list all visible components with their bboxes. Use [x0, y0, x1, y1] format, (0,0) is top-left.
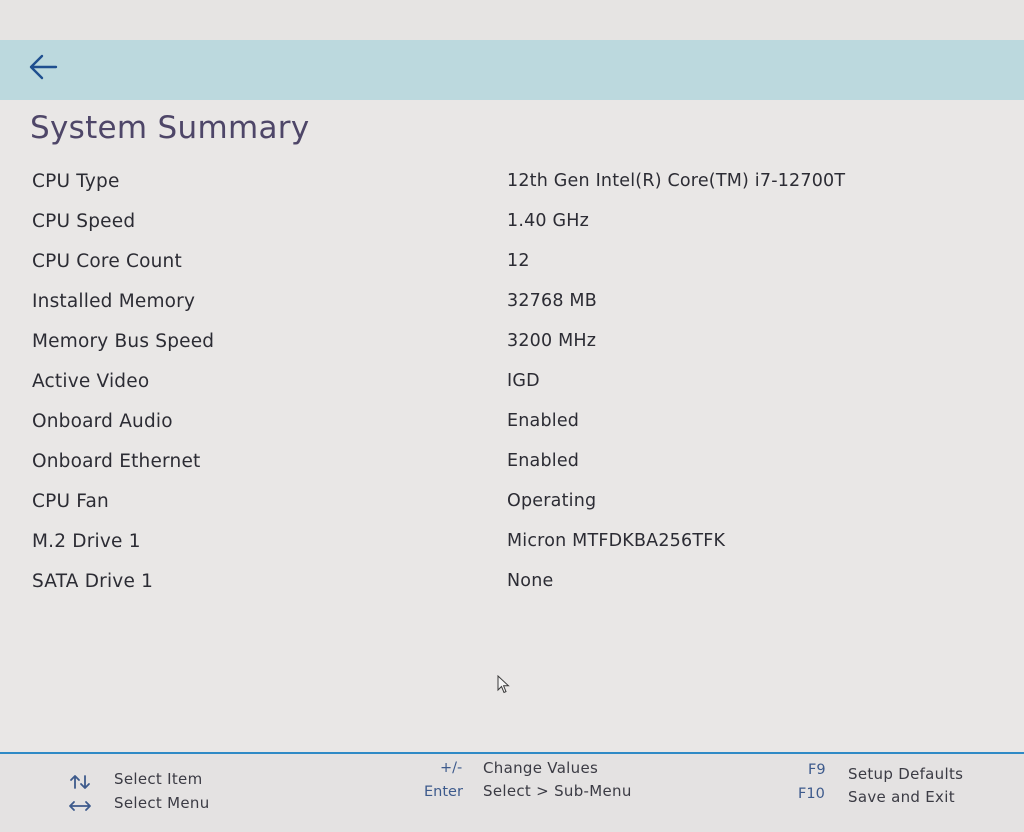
row-value: Micron MTFDKBA256TFK	[507, 531, 726, 551]
summary-row-memory-bus-speed: Memory Bus Speed 3200 MHz	[0, 323, 1024, 363]
key-help-footer: Select Item Select Menu +/- Change Value…	[0, 754, 1024, 832]
row-value: 3200 MHz	[507, 331, 597, 351]
summary-row-active-video: Active Video IGD	[0, 363, 1024, 403]
f9-key: F9	[808, 762, 826, 778]
summary-row-installed-memory: Installed Memory 32768 MB	[0, 283, 1024, 323]
enter-key: Enter	[424, 784, 463, 800]
row-value: 12	[507, 251, 530, 271]
row-value: 12th Gen Intel(R) Core(TM) i7-12700T	[507, 171, 846, 191]
save-and-exit-label: Save and Exit	[848, 788, 955, 806]
row-label: M.2 Drive 1	[32, 531, 141, 552]
f10-key: F10	[798, 786, 825, 802]
row-label: CPU Type	[32, 171, 120, 192]
row-label: SATA Drive 1	[32, 571, 154, 592]
summary-row-cpu-type: CPU Type 12th Gen Intel(R) Core(TM) i7-1…	[0, 163, 1024, 203]
left-right-arrows-icon	[69, 801, 91, 811]
summary-row-onboard-ethernet: Onboard Ethernet Enabled	[0, 443, 1024, 483]
row-label: Active Video	[32, 371, 150, 392]
row-value: Enabled	[507, 411, 580, 431]
top-margin	[0, 0, 1024, 40]
summary-row-cpu-core-count: CPU Core Count 12	[0, 243, 1024, 283]
mouse-pointer-icon	[497, 675, 510, 694]
row-value: Operating	[507, 491, 597, 511]
row-label: Onboard Ethernet	[32, 451, 201, 472]
row-value: IGD	[507, 371, 540, 391]
up-down-arrows-icon	[70, 775, 90, 789]
summary-row-cpu-fan: CPU Fan Operating	[0, 483, 1024, 523]
sub-menu-label: Select > Sub-Menu	[483, 782, 632, 800]
system-summary-list: CPU Type 12th Gen Intel(R) Core(TM) i7-1…	[0, 163, 1024, 603]
page-title: System Summary	[30, 110, 310, 146]
row-value: None	[507, 571, 554, 591]
arrow-left-icon	[29, 54, 58, 80]
select-item-label: Select Item	[114, 770, 203, 788]
row-label: CPU Core Count	[32, 251, 182, 272]
summary-row-cpu-speed: CPU Speed 1.40 GHz	[0, 203, 1024, 243]
summary-row-m2-drive-1: M.2 Drive 1 Micron MTFDKBA256TFK	[0, 523, 1024, 563]
setup-defaults-label: Setup Defaults	[848, 765, 964, 783]
row-value: 32768 MB	[507, 291, 597, 311]
back-button[interactable]	[26, 50, 60, 84]
select-menu-label: Select Menu	[114, 794, 210, 812]
row-label: Onboard Audio	[32, 411, 173, 432]
row-label: CPU Speed	[32, 211, 136, 232]
row-label: Installed Memory	[32, 291, 196, 312]
row-value: Enabled	[507, 451, 580, 471]
row-label: CPU Fan	[32, 491, 109, 512]
change-values-key: +/-	[440, 760, 463, 776]
row-label: Memory Bus Speed	[32, 331, 215, 352]
header-bar	[0, 40, 1024, 100]
change-values-label: Change Values	[483, 759, 599, 777]
row-value: 1.40 GHz	[507, 211, 590, 231]
summary-row-onboard-audio: Onboard Audio Enabled	[0, 403, 1024, 443]
summary-row-sata-drive-1: SATA Drive 1 None	[0, 563, 1024, 603]
